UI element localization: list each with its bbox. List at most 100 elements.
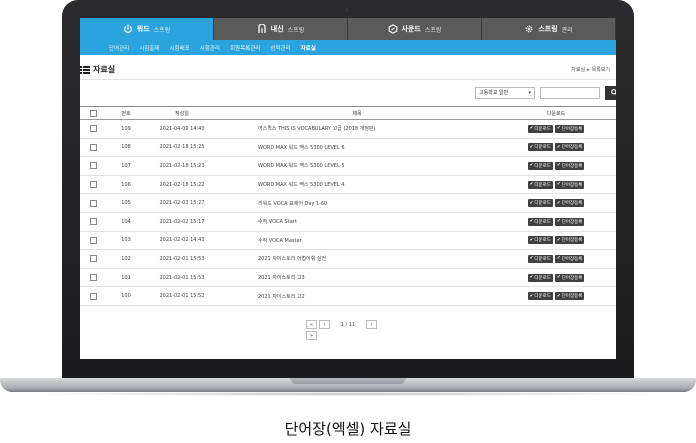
row-number: 104 <box>106 212 146 232</box>
download-button[interactable]: ✔ 다운로드 <box>527 273 553 282</box>
row-checkbox[interactable] <box>89 255 97 263</box>
row-select-cell <box>80 138 106 158</box>
chevron-left-icon: ‹ <box>323 321 326 328</box>
download-button[interactable]: ✔ 다운로드 <box>527 143 553 152</box>
row-date: 2021-02-01 15:53 <box>146 268 218 288</box>
row-checkbox[interactable] <box>89 181 97 189</box>
prev-page-button[interactable]: ‹ <box>319 320 330 329</box>
subnav-test-create[interactable]: 시험출제 <box>134 44 164 52</box>
register-wordbook-button[interactable]: ✔ 단어장등록 <box>554 217 585 226</box>
select-all-checkbox[interactable] <box>89 109 97 117</box>
download-button[interactable]: ✔ 다운로드 <box>527 180 553 189</box>
download-label: 다운로드 <box>534 182 551 188</box>
row-select-cell <box>80 193 106 213</box>
tab-naesin-spring[interactable]: 내신 스프링 <box>214 18 348 40</box>
row-title[interactable]: 수작 VOCA Start <box>218 212 496 232</box>
row-checkbox[interactable] <box>89 162 97 170</box>
row-checkbox[interactable] <box>89 218 97 226</box>
row-checkbox[interactable] <box>89 274 97 282</box>
row-title[interactable]: 2021 자이스토리 어법어휘 실전 <box>218 249 496 269</box>
row-select-cell <box>80 268 106 288</box>
next-page-button[interactable]: › <box>366 320 377 329</box>
register-wordbook-button[interactable]: ✔ 단어장등록 <box>554 292 585 301</box>
subnav-test-management[interactable]: 시험관리 <box>195 44 225 52</box>
check-icon: ✔ <box>529 256 534 262</box>
row-title[interactable]: 2021 자이스토리 고2 <box>218 286 496 306</box>
header-title: 제목 <box>218 106 496 120</box>
register-wordbook-button[interactable]: ✔ 단어장등록 <box>554 199 585 208</box>
row-title[interactable]: 어스퀵스 THIS IS VOCABULARY 고급 (2018 개정판) <box>218 119 496 139</box>
row-title[interactable]: WORD MAX 워드 맥스 5300 LEVEL 4 <box>218 175 496 195</box>
row-number: 102 <box>106 249 146 269</box>
register-wordbook-button[interactable]: ✔ 단어장등록 <box>554 254 585 263</box>
tab-sublabel: 스프링 <box>153 26 171 34</box>
register-wordbook-button[interactable]: ✔ 단어장등록 <box>554 143 585 152</box>
search-input[interactable] <box>540 86 600 99</box>
row-title[interactable]: 리워드 VOCA 표제어 Day 1-60 <box>218 193 496 213</box>
row-title[interactable]: WORD MAX 워드 맥스 5300 LEVEL 5 <box>218 156 496 176</box>
hexagon-icon <box>388 24 397 34</box>
row-number: 109 <box>106 119 146 139</box>
tab-sound-spring[interactable]: 사운드 스프링 <box>348 18 482 40</box>
download-button[interactable]: ✔ 다운로드 <box>527 292 553 301</box>
download-button[interactable]: ✔ 다운로드 <box>527 199 553 208</box>
subnav-archive[interactable]: 자료실 <box>296 44 321 52</box>
row-checkbox[interactable] <box>89 199 97 207</box>
check-icon: ✔ <box>556 256 561 262</box>
download-label: 다운로드 <box>534 126 551 132</box>
sub-navigation: 단어관리 시험출제 시험배포 시험관리 회원목록관리 성적관리 자료실 <box>80 40 616 55</box>
table-row: 104 2021-02-02 15:17 수작 VOCA Start ✔ 다운로드 ✔ 단어… <box>80 212 616 232</box>
row-select-cell <box>80 156 106 176</box>
register-wordbook-button[interactable]: ✔ 단어장등록 <box>554 180 585 189</box>
search-icon <box>610 89 616 96</box>
row-date: 2021-02-03 15:27 <box>146 193 218 213</box>
row-title[interactable]: WORD MAX 워드 맥스 5300 LEVEL 6 <box>218 138 496 158</box>
register-wordbook-button[interactable]: ✔ 단어장등록 <box>554 236 585 245</box>
check-icon: ✔ <box>556 163 561 169</box>
school-level-select[interactable]: 고등학교 일반 ▾ <box>475 86 535 99</box>
table-row: 102 2021-02-01 15:53 2021 자이스토리 어법어휘 실전 ✔ 다운… <box>80 249 616 269</box>
row-title[interactable]: 2021 자이스토리 고3 <box>218 268 496 288</box>
search-filter: 고등학교 일반 ▾ <box>475 85 616 100</box>
tab-word-spring[interactable]: 워드 스프링 <box>80 18 214 40</box>
search-button[interactable] <box>605 85 616 100</box>
register-wordbook-button[interactable]: ✔ 단어장등록 <box>554 124 585 133</box>
row-checkbox[interactable] <box>89 125 97 133</box>
subnav-grade-management[interactable]: 성적관리 <box>265 44 295 52</box>
row-checkbox[interactable] <box>89 236 97 244</box>
download-label: 다운로드 <box>534 219 551 225</box>
download-label: 다운로드 <box>534 256 551 262</box>
check-icon: ✔ <box>556 293 561 299</box>
row-checkbox[interactable] <box>89 143 97 151</box>
register-label: 단어장등록 <box>561 219 583 225</box>
last-page-button[interactable]: » <box>306 331 317 340</box>
check-icon: ✔ <box>529 293 534 299</box>
table-row: 108 2021-02-18 15:25 WORD MAX 워드 맥스 5300 L… <box>80 138 616 158</box>
first-page-button[interactable]: « <box>306 320 317 329</box>
download-button[interactable]: ✔ 다운로드 <box>527 236 553 245</box>
download-label: 다운로드 <box>534 201 551 207</box>
tab-sublabel: 관리 <box>561 26 573 34</box>
row-number: 107 <box>106 156 146 176</box>
register-wordbook-button[interactable]: ✔ 단어장등록 <box>554 161 585 170</box>
camera <box>345 8 349 12</box>
row-select-cell <box>80 175 106 195</box>
tab-spring-admin[interactable]: 스프링 관리 <box>482 18 616 40</box>
breadcrumb-archive[interactable]: 자료실 <box>571 66 585 73</box>
row-select-cell <box>80 286 106 306</box>
check-icon: ✔ <box>529 200 534 206</box>
subnav-word-management[interactable]: 단어관리 <box>104 44 134 52</box>
row-title[interactable]: 수작 VOCA Master <box>218 231 496 251</box>
register-wordbook-button[interactable]: ✔ 단어장등록 <box>554 273 585 282</box>
register-label: 단어장등록 <box>561 145 583 151</box>
archive-table: 번호 작성일 제목 다운로드 109 2021-04-09 14:40 어스퀵스 T… <box>80 106 616 306</box>
row-checkbox[interactable] <box>89 292 97 300</box>
download-button[interactable]: ✔ 다운로드 <box>527 217 553 226</box>
download-button[interactable]: ✔ 다운로드 <box>527 124 553 133</box>
download-button[interactable]: ✔ 다운로드 <box>527 161 553 170</box>
row-number: 108 <box>106 138 146 158</box>
subnav-test-distribute[interactable]: 시험배포 <box>165 44 195 52</box>
subnav-member-management[interactable]: 회원목록관리 <box>225 44 265 52</box>
screen: 워드 스프링 내신 스프링 사운드 스프링 스프링 관리 단어관리 시험출제 시… <box>80 18 616 359</box>
download-button[interactable]: ✔ 다운로드 <box>527 254 553 263</box>
